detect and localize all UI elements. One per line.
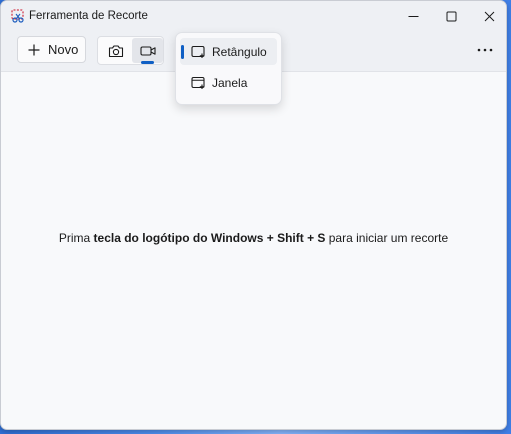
menu-item-label: Janela [212, 75, 248, 90]
capture-area-menu: Retângulo Janela [175, 32, 282, 105]
minimize-icon [408, 15, 418, 17]
more-options-button[interactable] [472, 40, 498, 60]
selected-mode-indicator [141, 61, 154, 64]
close-icon [484, 11, 494, 21]
hint-shortcut: tecla do logótipo do Windows + Shift + S [93, 231, 326, 245]
minimize-button[interactable] [394, 1, 432, 31]
new-snip-button[interactable]: Novo [17, 36, 86, 63]
camera-icon [108, 44, 123, 57]
menu-selection-indicator [181, 45, 184, 59]
hint-suffix: para iniciar um recorte [325, 231, 449, 245]
plus-icon [28, 44, 40, 55]
video-camera-icon [139, 45, 156, 56]
menu-item-label: Retângulo [212, 44, 267, 59]
recording-mode-button[interactable] [132, 38, 163, 64]
menu-item-window[interactable]: Janela [180, 69, 277, 96]
window-capture-icon [191, 76, 205, 89]
title-bar: Ferramenta de Recorte [1, 1, 506, 31]
close-button[interactable] [470, 1, 506, 31]
window-title: Ferramenta de Recorte [29, 10, 148, 22]
new-button-label: Novo [48, 42, 79, 57]
maximize-button[interactable] [432, 1, 470, 31]
start-snip-hint: Prima tecla do logótipo do Windows + Shi… [1, 231, 506, 245]
maximize-icon [446, 11, 456, 21]
menu-item-rectangle[interactable]: Retângulo [180, 38, 277, 65]
snipping-tool-icon [11, 9, 24, 23]
rectangle-capture-icon [191, 45, 205, 58]
more-horizontal-icon [477, 48, 493, 52]
capture-mode-toggle [97, 36, 164, 65]
snipping-tool-window: Ferramenta de Recorte Novo Prima tecla d… [0, 0, 507, 430]
screenshot-mode-button[interactable] [100, 38, 131, 63]
hint-prefix: Prima [58, 231, 94, 245]
